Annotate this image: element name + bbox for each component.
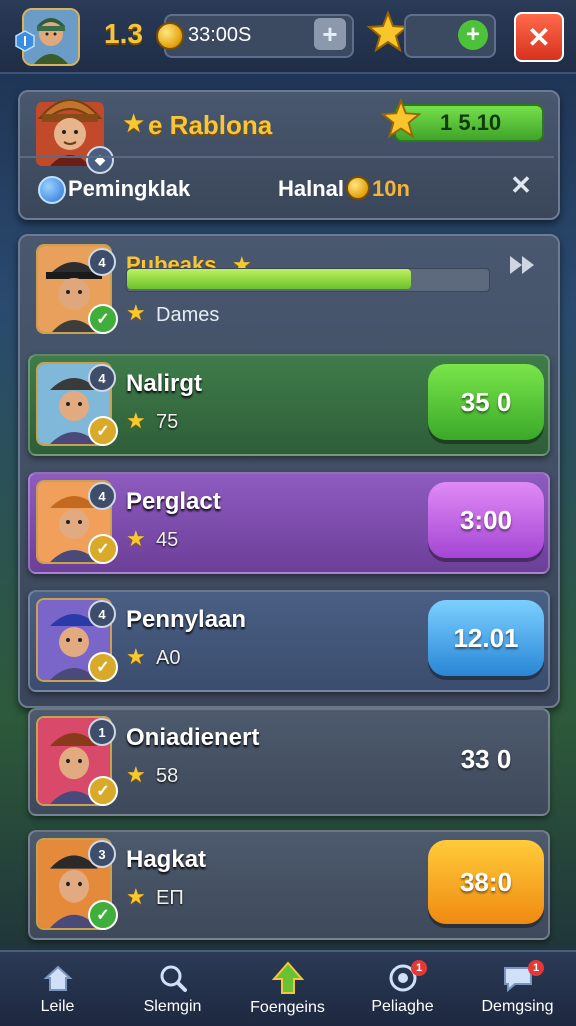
verified-check-icon: ✓ [88, 534, 118, 564]
orange-coin-icon [346, 176, 370, 200]
xp-value: 1 5.10 [440, 110, 502, 135]
notification-badge: 1 [411, 960, 427, 976]
score-button[interactable]: 38:0 [428, 840, 544, 924]
search-icon [160, 965, 187, 992]
close-game-button[interactable]: ✕ [514, 12, 564, 62]
bottom-navigation: Leile Slemgin Foengeins 1 Peliaghe 1 Dem… [0, 950, 576, 1026]
nav-item-upgrade[interactable]: Foengeins [230, 952, 345, 1026]
verified-check-icon: ✓ [88, 416, 118, 446]
progress-card-label: Dames [156, 304, 220, 326]
verified-check-icon: ✓ [88, 652, 118, 682]
player-name: Nalirgt [126, 370, 203, 397]
rating-star-icon: ★ [126, 884, 146, 909]
progress-fill [127, 269, 411, 289]
upgrade-icon [271, 961, 304, 994]
nav-label-target: Peliaghe [371, 998, 434, 1015]
coin-amount: 33:00S [188, 24, 252, 46]
coin-icon [156, 22, 184, 50]
player-rating: 58 [156, 765, 179, 787]
player-card-badge-icon: ◆ [86, 146, 114, 174]
player-card-subtitle-right-value: 10n [372, 176, 410, 201]
player-rating: 75 [156, 411, 179, 433]
verified-check-icon: ✓ [88, 900, 118, 930]
add-coins-button[interactable]: + [314, 18, 346, 50]
player-card-subtitle-right-prefix: Halnal [278, 176, 345, 201]
notification-badge: 1 [528, 960, 544, 976]
divider [20, 156, 554, 158]
nav-item-home[interactable]: Leile [0, 952, 115, 1026]
rank-badge: 4 [88, 364, 116, 392]
score-button[interactable]: 3:00 [428, 482, 544, 558]
xp-star-icon [380, 98, 422, 140]
verified-check-icon: ✓ [88, 776, 118, 806]
player-card-subtitle-left: Pemingklak [68, 176, 191, 201]
nav-item-search[interactable]: Slemgin [115, 952, 230, 1026]
player-card-close-button[interactable]: ✕ [506, 170, 536, 200]
player-rating: ЕП [156, 887, 184, 909]
player-rating: 45 [156, 529, 179, 551]
share-arrow-icon[interactable] [508, 252, 538, 278]
rank-badge-icon [14, 30, 36, 52]
close-icon: ✕ [527, 21, 551, 53]
rank-badge: 1 [88, 718, 116, 746]
title-star-icon: ★ [122, 108, 146, 138]
add-gems-button[interactable]: + [458, 20, 488, 50]
rating-star-icon: ★ [126, 644, 146, 669]
player-rating: A0 [156, 647, 181, 669]
rank-badge: 4 [88, 600, 116, 628]
nav-label-search: Slemgin [143, 998, 202, 1015]
blue-gem-icon [38, 176, 66, 204]
score-button[interactable]: 12.01 [428, 600, 544, 676]
score-value: 33 0 [460, 743, 512, 774]
rating-star-icon: ★ [126, 762, 146, 787]
player-name: Hagkat [126, 846, 207, 873]
home-icon [42, 965, 73, 991]
nav-label-upgrade: Foengeins [250, 999, 325, 1016]
player-name: Oniadienert [126, 724, 260, 751]
score-button[interactable]: 35 0 [428, 364, 544, 440]
player-card-title: e Rablona [148, 110, 273, 140]
nav-label-chat: Demgsing [481, 998, 554, 1015]
close-icon: ✕ [510, 169, 532, 200]
nav-item-chat[interactable]: 1 Demgsing [460, 952, 575, 1026]
nav-label-home: Leile [40, 998, 75, 1015]
progress-label-star-icon: ★ [126, 300, 146, 325]
progress-card-rank-badge: 4 [88, 248, 116, 276]
verified-check-icon: ✓ [88, 304, 118, 334]
player-level: 1.3 [104, 18, 143, 49]
player-name: Perglact [126, 488, 221, 515]
rank-badge: 3 [88, 840, 116, 868]
rating-star-icon: ★ [126, 526, 146, 551]
player-name: Pennylaan [126, 606, 247, 633]
nav-item-target[interactable]: 1 Peliaghe [345, 952, 460, 1026]
rating-star-icon: ★ [126, 408, 146, 433]
rank-badge: 4 [88, 482, 116, 510]
